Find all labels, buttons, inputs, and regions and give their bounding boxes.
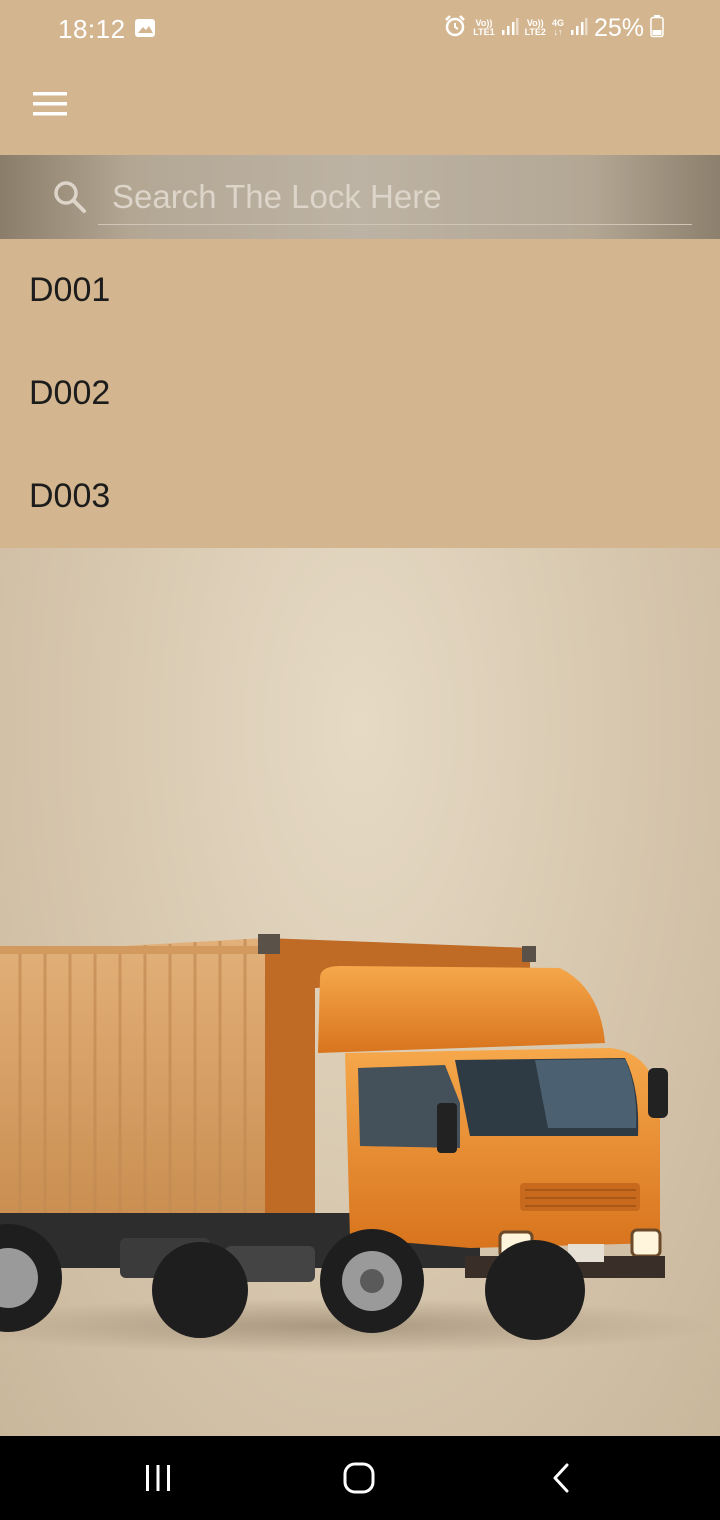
sim1-indicator: Vo)) LTE1 bbox=[473, 19, 494, 37]
list-item[interactable]: D003 bbox=[0, 445, 720, 548]
battery-percent: 25% bbox=[593, 13, 644, 42]
alarm-icon bbox=[443, 14, 467, 43]
status-indicators: Vo)) LTE1 Vo)) LTE2 4G ↓↑ 25% bbox=[443, 12, 664, 44]
back-icon[interactable] bbox=[531, 1456, 591, 1500]
gallery-icon bbox=[134, 18, 156, 38]
list-item[interactable]: D002 bbox=[0, 342, 720, 445]
truck-background-image bbox=[0, 548, 720, 1436]
battery-icon bbox=[650, 14, 664, 43]
data-arrows-icon: ↓↑ bbox=[553, 27, 563, 37]
sim2-indicator: Vo)) LTE2 bbox=[525, 19, 546, 37]
search-input[interactable] bbox=[98, 169, 692, 225]
search-icon[interactable] bbox=[52, 179, 88, 215]
status-bar: 18:12 Vo)) LTE1 Vo)) LTE2 4G ↓↑ 25% bbox=[0, 0, 720, 56]
list-item[interactable]: D001 bbox=[0, 239, 720, 342]
sim1-lte-label: LTE1 bbox=[473, 27, 495, 37]
recent-apps-icon[interactable] bbox=[128, 1456, 188, 1500]
network-type: 4G ↓↑ bbox=[552, 19, 564, 37]
lock-list: D001 D002 D003 bbox=[0, 239, 720, 548]
lock-label: D002 bbox=[29, 374, 111, 412]
status-time: 18:12 bbox=[58, 14, 126, 44]
home-icon[interactable] bbox=[329, 1456, 389, 1500]
app-bar bbox=[0, 56, 720, 155]
signal-icon bbox=[501, 16, 519, 41]
sim2-lte-label: LTE2 bbox=[524, 27, 546, 37]
hamburger-menu-icon[interactable] bbox=[24, 82, 76, 126]
lock-label: D001 bbox=[29, 271, 111, 309]
search-bar bbox=[0, 155, 720, 239]
signal-icon bbox=[570, 16, 588, 41]
navigation-bar bbox=[0, 1436, 720, 1520]
lock-label: D003 bbox=[29, 477, 111, 515]
